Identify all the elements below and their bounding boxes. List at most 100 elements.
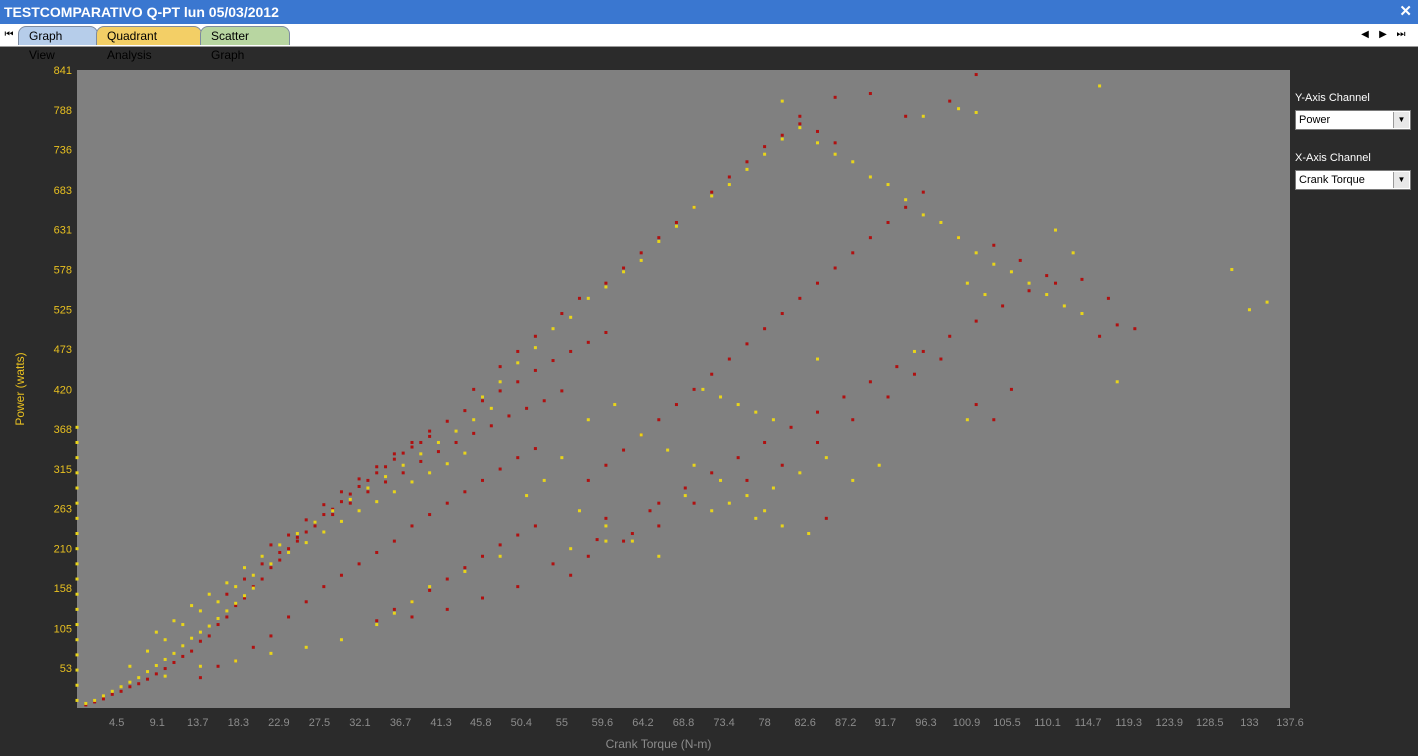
data-point-yellow <box>965 281 969 285</box>
data-point-yellow <box>639 258 643 262</box>
data-point-yellow <box>745 494 749 498</box>
data-point-yellow <box>516 361 520 365</box>
chevron-down-icon[interactable]: ▼ <box>1393 112 1409 128</box>
data-point-red <box>410 524 414 528</box>
data-point-yellow <box>207 592 211 596</box>
data-point-red <box>454 440 458 444</box>
x-tick-label: 100.9 <box>953 717 981 729</box>
data-point-red <box>710 372 714 376</box>
data-point-yellow <box>260 554 264 558</box>
data-point-red <box>428 429 432 433</box>
data-point-red <box>692 501 696 505</box>
data-point-red <box>419 440 423 444</box>
data-point-yellow <box>798 126 802 130</box>
data-point-red <box>260 562 264 566</box>
data-point-yellow <box>719 478 723 482</box>
data-point-yellow <box>939 220 943 224</box>
x-axis-channel-select[interactable]: Crank Torque ▼ <box>1295 170 1411 190</box>
data-point-yellow <box>287 550 291 554</box>
data-point-red <box>868 92 872 96</box>
data-point-yellow <box>392 490 396 494</box>
data-point-red <box>428 434 432 438</box>
data-point-red <box>727 357 731 361</box>
data-point-red <box>516 456 520 460</box>
data-point-red <box>357 484 361 488</box>
data-point-red <box>974 73 978 77</box>
data-point-yellow <box>75 440 79 444</box>
data-point-yellow <box>701 387 705 391</box>
data-point-red <box>304 518 308 522</box>
x-tick-label: 13.7 <box>187 717 208 729</box>
y-tick-label: 841 <box>54 65 72 77</box>
y-tick-label: 473 <box>54 344 72 356</box>
data-point-yellow <box>75 456 79 460</box>
data-point-yellow <box>84 701 88 705</box>
data-point-red <box>745 160 749 164</box>
data-point-red <box>648 509 652 513</box>
data-point-yellow <box>366 486 370 490</box>
data-point-yellow <box>586 418 590 422</box>
data-point-red <box>198 676 202 680</box>
data-point-yellow <box>348 497 352 501</box>
data-point-red <box>1133 327 1137 331</box>
data-point-red <box>251 645 255 649</box>
data-point-red <box>481 478 485 482</box>
data-point-red <box>798 122 802 126</box>
data-point-red <box>904 205 908 209</box>
data-point-red <box>763 327 767 331</box>
data-point-red <box>1054 281 1058 285</box>
data-point-yellow <box>763 152 767 156</box>
data-point-red <box>463 490 467 494</box>
data-point-yellow <box>93 698 97 702</box>
y-tick-label: 158 <box>54 583 72 595</box>
data-point-yellow <box>181 623 185 627</box>
data-point-yellow <box>269 651 273 655</box>
data-point-red <box>586 340 590 344</box>
data-point-yellow <box>75 425 79 429</box>
data-point-red <box>1115 323 1119 327</box>
data-point-red <box>921 349 925 353</box>
data-point-red <box>481 399 485 403</box>
y-axis-channel-label: Y-Axis Channel <box>1295 92 1370 104</box>
data-point-yellow <box>498 380 502 384</box>
data-point-red <box>110 692 114 696</box>
data-point-yellow <box>498 554 502 558</box>
data-point-red <box>533 447 537 451</box>
data-point-yellow <box>304 645 308 649</box>
x-tick-label: 59.6 <box>592 717 613 729</box>
data-point-yellow <box>1115 380 1119 384</box>
data-point-red <box>216 664 220 668</box>
data-point-red <box>498 543 502 547</box>
data-point-yellow <box>763 509 767 513</box>
data-point-red <box>674 403 678 407</box>
y-axis-channel-select[interactable]: Power ▼ <box>1295 110 1411 130</box>
data-point-red <box>727 175 731 179</box>
data-point-yellow <box>780 137 784 141</box>
y-tick-label: 263 <box>54 503 72 515</box>
y-axis-ticks: 53 105 158 210 263 315 368 420 473 525 578 631 683 73… <box>54 65 72 675</box>
data-point-red <box>745 478 749 482</box>
data-point-red <box>533 334 537 338</box>
data-point-yellow <box>137 676 141 680</box>
data-point-yellow <box>75 501 79 505</box>
data-point-red <box>366 490 370 494</box>
x-tick-label: 105.5 <box>993 717 1021 729</box>
data-point-red <box>401 451 405 455</box>
chevron-down-icon[interactable]: ▼ <box>1393 172 1409 188</box>
data-point-red <box>392 539 396 543</box>
x-tick-label: 45.8 <box>470 717 491 729</box>
data-point-red <box>287 615 291 619</box>
data-point-red <box>622 448 626 452</box>
data-point-yellow <box>295 532 299 536</box>
data-point-yellow <box>75 653 79 657</box>
data-point-yellow <box>921 114 925 118</box>
data-point-red <box>886 395 890 399</box>
data-point-yellow <box>824 456 828 460</box>
y-tick-label: 788 <box>54 105 72 117</box>
data-point-red <box>322 503 326 507</box>
data-point-red <box>481 596 485 600</box>
data-point-yellow <box>983 293 987 297</box>
data-point-yellow <box>877 463 881 467</box>
data-point-red <box>569 573 573 577</box>
data-point-red <box>604 281 608 285</box>
